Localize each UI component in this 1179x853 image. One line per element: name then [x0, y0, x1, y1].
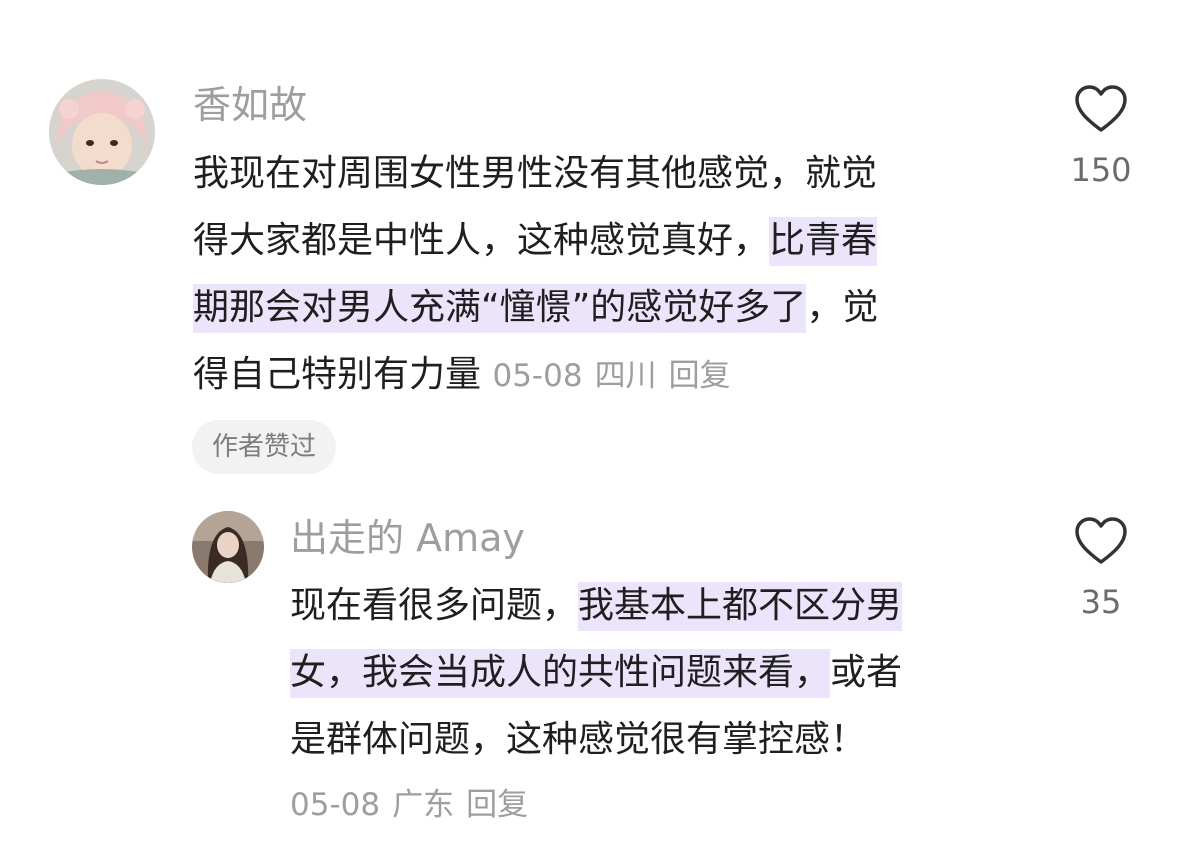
- comment-date: 05-08: [492, 358, 583, 394]
- comment-text: 现在看很多问题，我基本上都不区分男 女，我会当成人的共性问题来看，或者 是群体问…: [290, 572, 1010, 773]
- comment-text-segment: 现在看很多问题，: [290, 585, 579, 626]
- comment-text-segment: 得大家都是中性人，这种感觉真好，: [193, 220, 770, 261]
- comment-text-segment: 是群体问题，这种感觉很有掌控感！: [290, 719, 867, 760]
- heart-outline-icon[interactable]: [1074, 84, 1128, 134]
- comment-line: 现在看很多问题，我基本上都不区分男: [290, 572, 1010, 639]
- comment-line: 得大家都是中性人，这种感觉真好，比青春: [193, 207, 1013, 274]
- commenter-avatar[interactable]: [192, 511, 264, 583]
- highlighted-text-segment: 比青春: [769, 217, 878, 266]
- comment-line: 期那会对男人充满“憧憬”的感觉好多了，觉: [193, 274, 1013, 341]
- reply-button[interactable]: 回复: [466, 787, 528, 823]
- comment-text-segment: 得自己特别有力量: [193, 354, 482, 395]
- comment-line: 是群体问题，这种感觉很有掌控感！: [290, 706, 1010, 773]
- comment-location: 广东: [392, 787, 455, 823]
- commenter-username[interactable]: 出走的 Amay: [290, 513, 525, 563]
- comment-text-segment: ，觉: [806, 287, 879, 328]
- highlighted-text-segment: 女，我会当成人的共性问题来看，: [290, 649, 831, 698]
- heart-outline-icon[interactable]: [1074, 516, 1128, 566]
- like-control: 35: [1041, 516, 1161, 622]
- comment-meta: 05-08 广东 回复: [290, 780, 528, 830]
- like-count: 35: [1080, 583, 1122, 621]
- comment-line: 我现在对周围女性男性没有其他感觉，就觉: [193, 140, 1013, 207]
- highlighted-text-segment: 我基本上都不区分男: [578, 582, 903, 631]
- woman-avatar-image: [192, 511, 264, 583]
- comment-text-segment: 或者: [830, 652, 903, 693]
- commenter-username[interactable]: 香如故: [193, 80, 307, 130]
- author-liked-badge: 作者赞过: [192, 420, 337, 474]
- comment-text-segment: 我现在对周围女性男性没有其他感觉，就觉: [193, 153, 878, 194]
- highlighted-text-segment: 期那会对男人充满“憧憬”的感觉好多了: [193, 284, 807, 333]
- reply-button[interactable]: 回复: [669, 358, 731, 394]
- comment-location: 四川: [594, 358, 657, 394]
- comment-line: 得自己特别有力量 05-08 四川 回复: [193, 341, 1013, 410]
- like-count: 150: [1070, 151, 1132, 189]
- comment-meta: 05-08 四川 回复: [492, 358, 730, 394]
- commenter-avatar[interactable]: [49, 79, 155, 185]
- comment-line: 女，我会当成人的共性问题来看，或者: [290, 639, 1010, 706]
- comment-text: 我现在对周围女性男性没有其他感觉，就觉 得大家都是中性人，这种感觉真好，比青春 …: [193, 140, 1013, 410]
- like-control: 150: [1041, 84, 1161, 190]
- comment-date: 05-08: [290, 787, 381, 823]
- baby-avatar-image: [49, 79, 155, 185]
